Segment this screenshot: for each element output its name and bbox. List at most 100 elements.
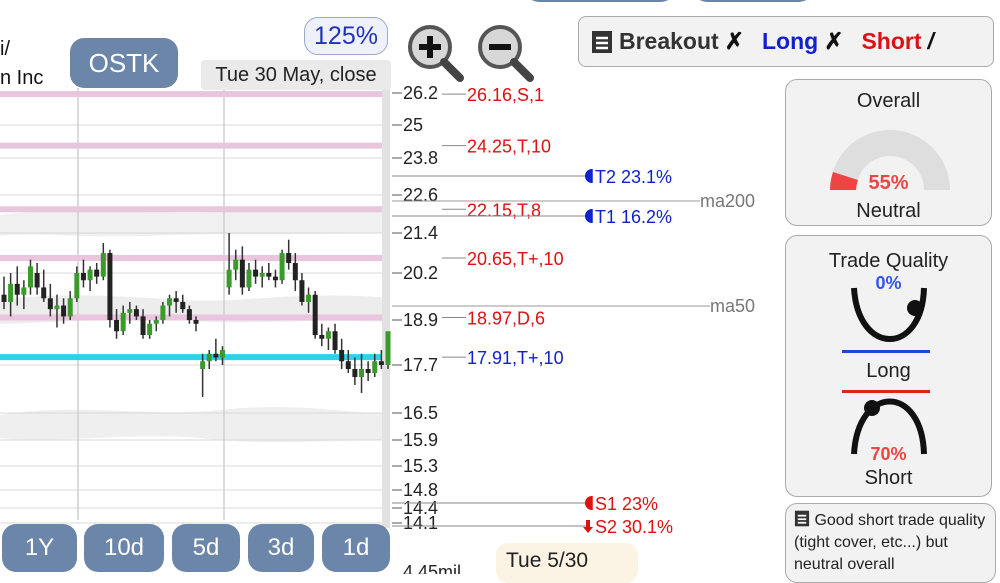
- long-quality-curve-icon: [851, 287, 927, 342]
- range-button-1y[interactable]: 1Y: [2, 524, 77, 572]
- candle-body: [239, 259, 245, 288]
- candle-body: [54, 305, 60, 310]
- document-icon: [794, 510, 810, 527]
- candle-body: [47, 298, 53, 310]
- y-tick-label: 17.7: [403, 355, 438, 375]
- candle-body: [352, 369, 358, 377]
- candle-body: [114, 320, 120, 332]
- range-button-10d[interactable]: 10d: [84, 524, 164, 572]
- ticker-button[interactable]: OSTK: [70, 38, 178, 88]
- y-tick-label: 26.2: [403, 83, 438, 103]
- y-tick-label: 16.5: [403, 403, 438, 423]
- target-label: T1 16.2%: [595, 207, 672, 227]
- company-name-line2: n Inc: [0, 67, 44, 89]
- candle-body: [219, 350, 225, 358]
- ma-label: ma200: [700, 191, 755, 211]
- y-tick-label: 18.9: [403, 310, 438, 330]
- zoom-in-icon[interactable]: [402, 20, 466, 84]
- candle-body: [34, 273, 40, 288]
- level-band: [0, 91, 382, 98]
- upper-band: [0, 208, 390, 237]
- trade-quality-panel: Trade Quality 0% Long 70% Short: [785, 235, 992, 497]
- candle-body: [80, 273, 86, 281]
- candle-body: [186, 309, 192, 320]
- range-button-3d[interactable]: 3d: [248, 524, 314, 572]
- candle-body: [292, 263, 298, 281]
- company-name-line1: i/: [0, 38, 10, 60]
- level-label: 22.15,T,8: [467, 200, 541, 220]
- candle-body: [167, 298, 173, 306]
- zoom-out-icon[interactable]: [472, 20, 536, 84]
- candle-body: [359, 369, 365, 377]
- candle-body: [253, 269, 259, 277]
- level-label: 26.16,S,1: [467, 85, 544, 105]
- y-tick-label: 23.8: [403, 148, 438, 168]
- level-band: [0, 354, 382, 361]
- candle-body: [226, 269, 232, 288]
- candle-body: [1, 294, 7, 302]
- candle-body: [200, 361, 206, 369]
- y-tick-label: 14.8: [403, 480, 438, 500]
- candle-body: [372, 361, 378, 373]
- candle-body: [87, 269, 93, 281]
- candle-body: [319, 335, 325, 339]
- y-tick-label: 22.6: [403, 185, 438, 205]
- y-tick-label: 15.3: [403, 456, 438, 476]
- lower-band: [0, 406, 390, 443]
- candle-body: [41, 287, 47, 299]
- scroll-strip: [382, 88, 390, 528]
- range-button-5d[interactable]: 5d: [172, 524, 240, 572]
- level-label: 20.65,T+,10: [467, 249, 564, 269]
- y-tick-label: 14.1: [403, 513, 438, 533]
- overall-rating: Neutral: [856, 200, 921, 222]
- candle-body: [61, 305, 67, 317]
- breakout-mark: ✗: [724, 28, 744, 54]
- half-circle-icon: [585, 496, 592, 510]
- long-mark: ✗: [824, 28, 844, 54]
- short-quality-label: Short: [864, 467, 913, 489]
- volume-label: 4.45mil: [403, 562, 461, 574]
- range-button-1d[interactable]: 1d: [322, 524, 390, 572]
- candle-body: [94, 269, 100, 277]
- candle-body: [21, 287, 27, 295]
- candle-body: [14, 283, 20, 295]
- candle-body: [332, 331, 338, 350]
- candle-body: [27, 266, 33, 288]
- strategy-bar: Breakout ✗ Long ✗ Short /: [578, 16, 994, 67]
- long-label[interactable]: Long: [762, 28, 818, 55]
- short-label[interactable]: Short: [861, 28, 921, 55]
- half-circle-icon: [585, 209, 592, 223]
- candle-body: [233, 259, 239, 270]
- long-baseline: [842, 350, 930, 353]
- candle-body: [259, 273, 265, 277]
- candle-body: [74, 273, 80, 299]
- candle-body: [365, 369, 371, 373]
- candle-body: [272, 276, 278, 281]
- breakout-label[interactable]: Breakout: [619, 28, 719, 55]
- short-quality-percent: 70%: [870, 444, 907, 464]
- candle-body: [180, 301, 186, 310]
- target-label: S1 23%: [595, 494, 658, 514]
- date-close-label: Tue 30 May, close: [201, 60, 391, 90]
- candle-body: [133, 309, 139, 317]
- candle-body: [120, 312, 126, 332]
- level-band: [0, 206, 382, 213]
- note-text: Good short trade quality (tight cover, e…: [794, 512, 986, 573]
- long-quality-label: Long: [866, 360, 911, 382]
- level-band: [0, 255, 382, 261]
- target-label: S2 30.1%: [595, 517, 673, 537]
- top-tab-left[interactable]: [525, 0, 675, 2]
- candle-body: [160, 305, 166, 320]
- top-tab-right[interactable]: [693, 0, 813, 2]
- target-label: T2 23.1%: [595, 167, 672, 187]
- candle-body: [173, 298, 179, 302]
- candle-body: [266, 273, 272, 277]
- candle-body: [147, 323, 153, 335]
- candle-body: [339, 350, 345, 362]
- candle-body: [193, 320, 199, 324]
- y-tick-label: 25: [403, 115, 423, 135]
- candle-body: [153, 320, 159, 324]
- candle-body: [306, 294, 312, 302]
- candle-body: [325, 331, 331, 339]
- level-label: 18.97,D,6: [467, 308, 545, 328]
